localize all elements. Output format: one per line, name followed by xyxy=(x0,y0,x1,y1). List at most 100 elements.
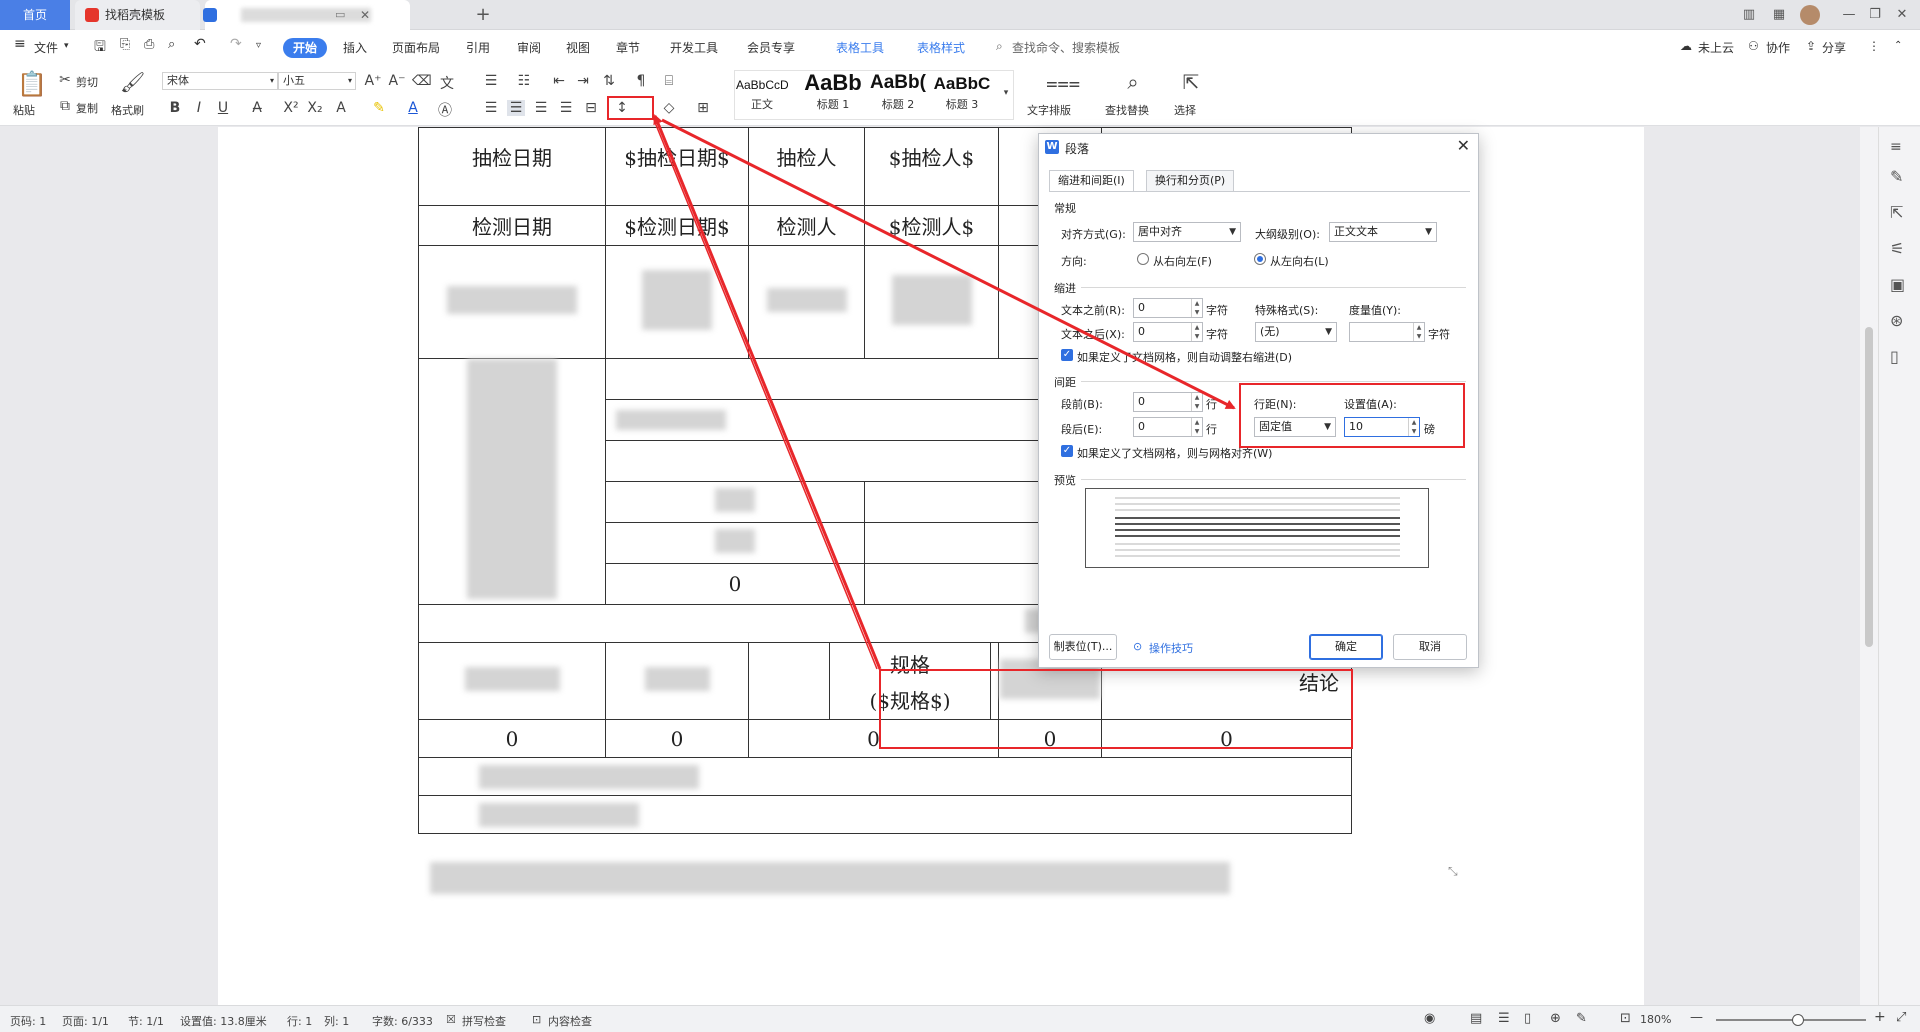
align-center-icon[interactable]: ☰ xyxy=(507,100,525,116)
text-layout-icon[interactable]: ⩶ xyxy=(1046,70,1080,94)
paste-button[interactable]: 粘贴 xyxy=(13,102,35,118)
fullscreen-icon[interactable]: ⤢ xyxy=(1896,1010,1906,1025)
align-select[interactable]: 居中对齐 ▼ xyxy=(1133,222,1241,242)
underline-icon[interactable]: U xyxy=(214,100,232,116)
subscript-icon[interactable]: X₂ xyxy=(306,100,324,116)
sidebar-menu-icon[interactable]: ≡ xyxy=(1890,139,1902,155)
after-text-unit[interactable]: 字符 xyxy=(1206,326,1228,342)
tab-line-page-break[interactable]: 换行和分页(P) xyxy=(1146,170,1235,192)
zoom-slider[interactable] xyxy=(1716,1019,1866,1021)
vertical-scrollbar[interactable] xyxy=(1860,127,1878,1005)
bold-icon[interactable]: B xyxy=(166,100,184,116)
cloud-status-button[interactable]: 未上云 xyxy=(1698,39,1734,56)
table-cell[interactable]: 抽检人 xyxy=(748,127,865,206)
table-cell[interactable]: 0 xyxy=(605,563,865,605)
tab-stops-button[interactable]: 制表位(T)... xyxy=(1049,634,1117,660)
scrollbar-thumb[interactable] xyxy=(1865,327,1873,647)
menu-review[interactable]: 审阅 xyxy=(517,39,541,56)
clear-format-icon[interactable]: ⌫ xyxy=(412,73,432,89)
copy-button[interactable]: 复制 xyxy=(76,100,98,116)
style-heading-3[interactable]: AaBbC 标题 3 xyxy=(930,70,994,120)
special-format-select[interactable]: (无) ▼ xyxy=(1255,322,1337,342)
minimize-icon[interactable]: — xyxy=(1840,6,1858,24)
style-gallery-scroll-icon[interactable]: ▾ xyxy=(997,88,1015,98)
find-replace-button[interactable]: 查找替换 xyxy=(1105,102,1149,118)
highlight-icon[interactable]: ✎ xyxy=(370,100,388,116)
menu-start[interactable]: 开始 xyxy=(283,38,327,58)
tab-template[interactable]: 找稻壳模板 xyxy=(75,0,200,30)
menu-references[interactable]: 引用 xyxy=(466,39,490,56)
menu-table-tools[interactable]: 表格工具 xyxy=(836,39,884,56)
font-size-select[interactable]: 小五 ▾ xyxy=(278,72,356,90)
menu-view[interactable]: 视图 xyxy=(566,39,590,56)
table-cell[interactable]: 检测人 xyxy=(748,205,865,246)
menu-member[interactable]: 会员专享 xyxy=(747,39,795,56)
menu-file[interactable]: 文件 xyxy=(34,39,58,56)
table-cell[interactable]: 0 xyxy=(418,719,606,758)
italic-icon[interactable]: I xyxy=(190,100,208,116)
page-view-icon[interactable]: ▤ xyxy=(1470,1011,1482,1026)
font-color-icon[interactable]: A xyxy=(404,100,422,116)
pin-icon[interactable]: ▭ xyxy=(335,0,345,30)
web-view-icon[interactable]: ⊕ xyxy=(1550,1011,1561,1026)
collab-button[interactable]: 协作 xyxy=(1766,39,1790,56)
fit-page-icon[interactable]: ⊡ xyxy=(1620,1011,1631,1026)
close-icon[interactable]: ✕ xyxy=(1457,136,1470,155)
format-painter-button[interactable]: 格式刷 xyxy=(111,102,144,118)
paragraph-mark-icon[interactable]: ¶ xyxy=(632,73,650,89)
before-text-unit[interactable]: 字符 xyxy=(1206,302,1228,318)
space-before-input[interactable]: 0 ▲ ▼ xyxy=(1133,392,1203,412)
char-border-icon[interactable]: Ⓐ xyxy=(436,100,454,120)
cancel-button[interactable]: 取消 xyxy=(1393,634,1467,660)
after-text-input[interactable]: 0 ▲ ▼ xyxy=(1133,322,1203,342)
table-cell[interactable] xyxy=(418,358,606,605)
table-cell[interactable]: 抽检日期 xyxy=(418,127,606,206)
numbered-list-icon[interactable]: ☷ xyxy=(515,73,533,89)
layout-icon[interactable]: ▥ xyxy=(1740,6,1758,24)
menu-table-style[interactable]: 表格样式 xyxy=(917,39,965,56)
cursor-icon[interactable]: ⇱ xyxy=(1890,203,1903,222)
table-cell[interactable] xyxy=(605,522,865,564)
rtl-radio[interactable] xyxy=(1137,253,1149,265)
grow-font-icon[interactable]: A⁺ xyxy=(364,73,382,89)
distributed-align-icon[interactable]: ⊟ xyxy=(582,100,600,116)
snap-grid-checkbox[interactable]: ✓ xyxy=(1061,445,1073,457)
avatar[interactable] xyxy=(1800,5,1820,25)
superscript-icon[interactable]: X² xyxy=(282,100,300,116)
write-view-icon[interactable]: ✎ xyxy=(1576,1011,1587,1026)
measure-input[interactable]: ▲ ▼ xyxy=(1349,322,1425,342)
measure-unit[interactable]: 字符 xyxy=(1428,326,1450,342)
save-icon[interactable]: 🖫 xyxy=(94,36,106,60)
style-heading-2[interactable]: AaBb( 标题 2 xyxy=(866,70,930,120)
pen-icon[interactable]: ✎ xyxy=(1890,167,1903,186)
new-tab-button[interactable]: + xyxy=(474,6,492,24)
menu-page-layout[interactable]: 页面布局 xyxy=(392,39,440,56)
table-cell[interactable] xyxy=(605,245,749,359)
status-row[interactable]: 行: 1 xyxy=(287,1013,312,1029)
command-search-input[interactable]: 查找命令、搜索模板 xyxy=(1012,39,1120,56)
table-cell[interactable]: $抽检人$ xyxy=(864,127,999,206)
quick-access-more-icon[interactable]: ▿ xyxy=(256,40,261,51)
format-painter-icon[interactable]: 🖌 xyxy=(120,70,145,94)
select-button[interactable]: 选择 xyxy=(1174,102,1196,118)
more-menu-icon[interactable]: ⋮ xyxy=(1868,39,1880,53)
sort-icon[interactable]: ⇅ xyxy=(600,73,618,89)
space-after-input[interactable]: 0 ▲ ▼ xyxy=(1133,417,1203,437)
table-cell[interactable] xyxy=(418,757,1352,796)
paste-icon[interactable]: 📋 xyxy=(17,70,47,98)
status-pages[interactable]: 页面: 1/1 xyxy=(62,1013,109,1029)
menu-developer[interactable]: 开发工具 xyxy=(670,39,718,56)
align-right-icon[interactable]: ☰ xyxy=(532,100,550,116)
table-cell[interactable]: $检测人$ xyxy=(864,205,999,246)
undo-icon[interactable]: ↶ xyxy=(194,36,206,52)
before-text-input[interactable]: 0 ▲ ▼ xyxy=(1133,298,1203,318)
collapse-ribbon-icon[interactable]: ⌃ xyxy=(1894,40,1902,51)
phonetic-icon[interactable]: 文 xyxy=(438,73,456,93)
print-preview-icon[interactable]: ⌕ xyxy=(168,37,175,52)
read-view-icon[interactable]: ▯ xyxy=(1524,1011,1531,1026)
apps-grid-icon[interactable]: ▦ xyxy=(1770,6,1788,24)
export-pdf-icon[interactable]: ⎘ xyxy=(120,37,130,52)
hamburger-icon[interactable]: ≡ xyxy=(14,36,26,52)
status-spell-check[interactable]: 拼写检查 xyxy=(462,1013,506,1029)
location-icon[interactable]: ⊛ xyxy=(1890,311,1903,330)
